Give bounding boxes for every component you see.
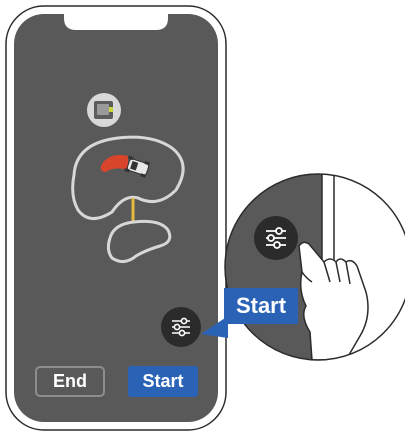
zoom-settings-button — [254, 216, 298, 260]
charging-station-icon — [87, 93, 121, 127]
zoom-start-callout: Start — [224, 288, 298, 324]
sliders-icon — [172, 317, 190, 337]
start-button[interactable]: Start — [128, 366, 198, 397]
zoom-sliders-icon — [266, 227, 286, 249]
end-button[interactable]: End — [35, 366, 105, 397]
illustration: End Start Start — [0, 0, 405, 435]
zoom-magnifier — [224, 173, 405, 361]
settings-button[interactable] — [161, 307, 201, 347]
